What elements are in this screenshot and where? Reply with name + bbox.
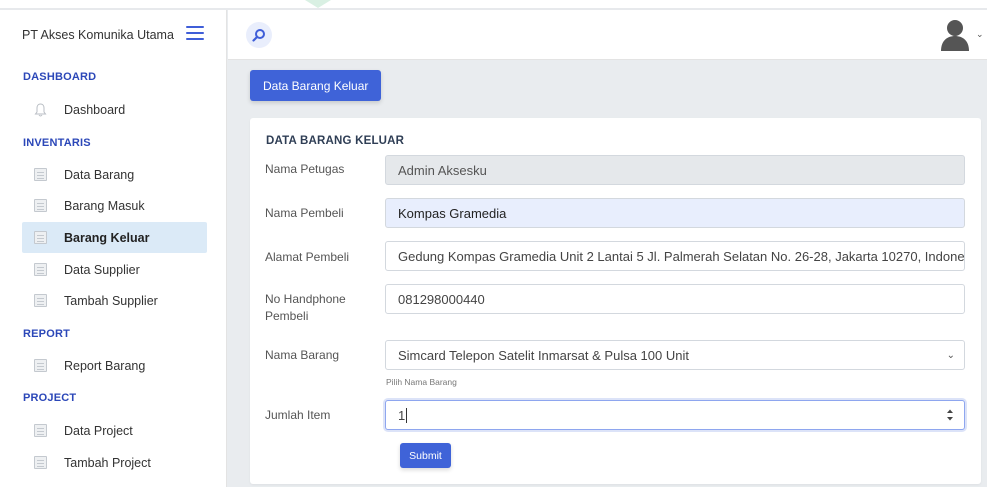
nama-barang-help: Pilih Nama Barang	[386, 377, 457, 387]
sidebar-item-barang-masuk[interactable]: Barang Masuk	[22, 190, 207, 221]
user-avatar-icon[interactable]	[940, 18, 970, 52]
label-nama-barang: Nama Barang	[265, 348, 340, 362]
nama-pembeli-field[interactable]: Kompas Gramedia	[385, 198, 965, 228]
report-icon	[34, 359, 47, 372]
sidebar-item-data-barang[interactable]: Data Barang	[22, 159, 207, 190]
section-inventaris: INVENTARIS	[23, 137, 91, 149]
nama-barang-selected: Simcard Telepon Satelit Inmarsat & Pulsa…	[398, 347, 689, 363]
label-alamat-pembeli: Alamat Pembeli	[265, 250, 350, 264]
sidebar-item-data-project[interactable]: Data Project	[22, 415, 207, 446]
section-project: PROJECT	[23, 392, 77, 404]
jumlah-item-value: 1	[398, 407, 406, 423]
search-icon[interactable]	[246, 22, 272, 48]
sidebar-item-label: Data Supplier	[64, 262, 140, 277]
sidebar-item-label: Data Barang	[64, 167, 135, 182]
text-cursor	[406, 407, 408, 423]
section-dashboard: DASHBOARD	[23, 71, 97, 83]
table-icon	[34, 168, 47, 181]
table-icon	[34, 263, 47, 276]
sidebar-item-data-supplier[interactable]: Data Supplier	[22, 254, 207, 285]
label-no-handphone: No Handphone Pembeli	[265, 292, 346, 323]
bell-icon	[34, 103, 47, 117]
form-card: DATA BARANG KELUAR Nama Petugas Admin Ak…	[250, 118, 981, 484]
sidebar-item-tambah-project[interactable]: Tambah Project	[22, 447, 207, 478]
sidebar: PT Akses Komunika Utama DASHBOARD Dashbo…	[0, 10, 227, 487]
top-header: ⌄	[228, 10, 987, 60]
data-barang-keluar-button[interactable]: Data Barang Keluar	[250, 70, 382, 101]
label-nama-petugas: Nama Petugas	[265, 162, 345, 176]
sidebar-item-label: Dashboard	[64, 102, 126, 117]
hamburger-menu-icon[interactable]	[186, 26, 204, 40]
folder-icon	[34, 424, 47, 437]
sidebar-item-label: Tambah Project	[64, 455, 151, 470]
nama-barang-select[interactable]: Simcard Telepon Satelit Inmarsat & Pulsa…	[385, 340, 965, 370]
sidebar-item-report-barang[interactable]: Report Barang	[22, 350, 207, 381]
sidebar-item-label: Barang Masuk	[64, 198, 145, 213]
jumlah-item-input[interactable]: 1	[385, 400, 965, 430]
section-report: REPORT	[23, 328, 71, 340]
label-nama-pembeli: Nama Pembeli	[265, 206, 344, 220]
table-icon	[34, 231, 47, 244]
sidebar-item-tambah-supplier[interactable]: Tambah Supplier	[22, 285, 207, 316]
sidebar-item-label: Barang Keluar	[64, 230, 150, 245]
no-handphone-field[interactable]: 081298000440	[385, 284, 965, 314]
number-stepper-icon[interactable]	[946, 408, 954, 422]
sidebar-item-label: Tambah Supplier	[64, 293, 158, 308]
label-jumlah-item: Jumlah Item	[265, 408, 331, 422]
sidebar-item-dashboard[interactable]: Dashboard	[22, 94, 207, 125]
alamat-pembeli-field[interactable]: Gedung Kompas Gramedia Unit 2 Lantai 5 J…	[385, 241, 965, 271]
table-icon	[34, 199, 47, 212]
sidebar-item-barang-keluar[interactable]: Barang Keluar	[22, 222, 207, 253]
chevron-down-icon[interactable]: ⌄	[976, 29, 984, 40]
sidebar-item-label: Data Project	[64, 423, 133, 438]
sidebar-item-label: Report Barang	[64, 358, 146, 373]
nama-petugas-field: Admin Aksesku	[385, 155, 965, 185]
top-accent-strip	[0, 0, 987, 10]
card-title: DATA BARANG KELUAR	[266, 135, 405, 147]
folder-icon	[34, 456, 47, 469]
chevron-down-icon: ⌄	[946, 350, 955, 361]
submit-button[interactable]: Submit	[400, 443, 451, 468]
table-icon	[34, 294, 47, 307]
